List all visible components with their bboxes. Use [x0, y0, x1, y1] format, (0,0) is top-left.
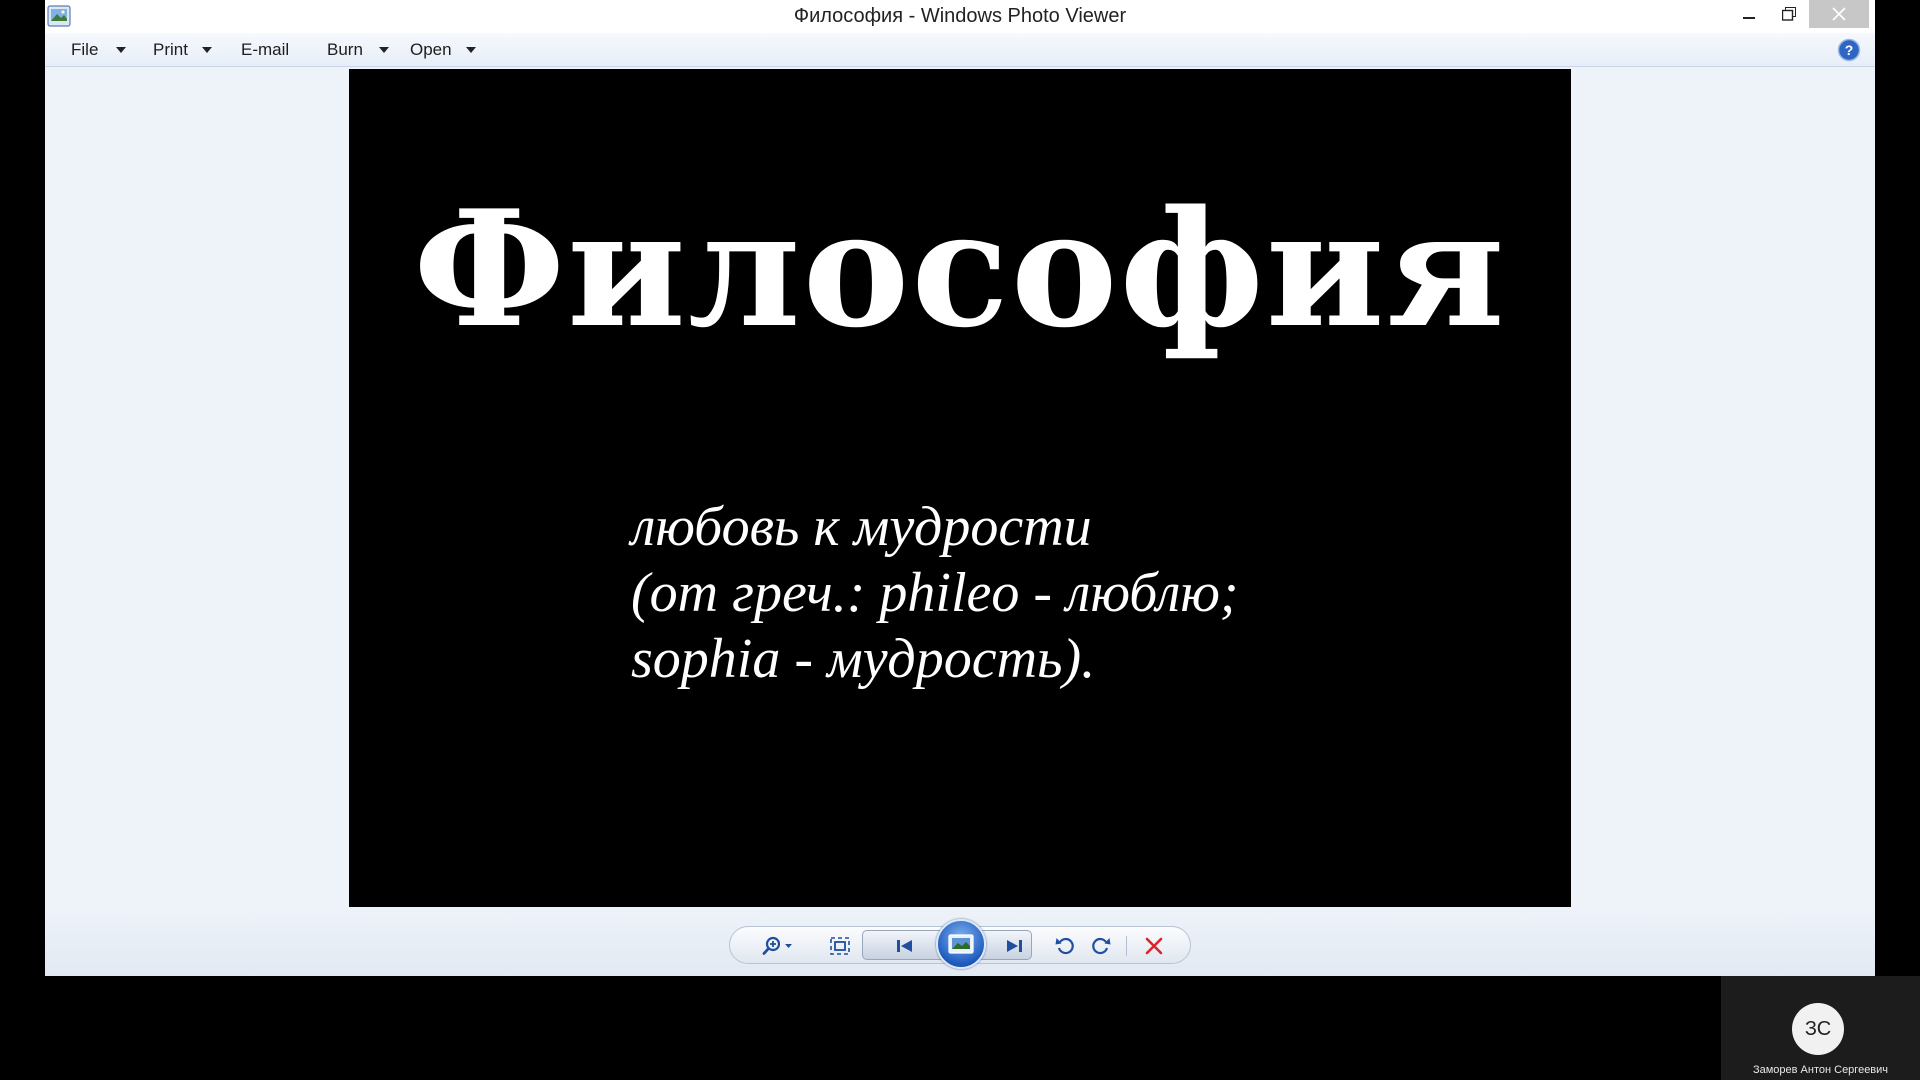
- menu-open-label: Open: [410, 39, 452, 59]
- menu-bar: File Print E-mail Burn Open ?: [45, 33, 1875, 67]
- actual-size-button[interactable]: [822, 927, 858, 965]
- menu-burn-label: Burn: [327, 39, 363, 59]
- rotate-clockwise-icon: [1092, 937, 1111, 955]
- chevron-down-icon: [116, 46, 127, 53]
- delete-icon: [1145, 937, 1163, 955]
- zoom-button[interactable]: [756, 927, 802, 965]
- toolbar-divider: [1126, 936, 1127, 956]
- displayed-photo: Философия любовь к мудрости (от греч.: p…: [349, 69, 1571, 907]
- menu-burn[interactable]: Burn: [327, 33, 389, 66]
- delete-button[interactable]: [1134, 927, 1174, 965]
- image-viewport[interactable]: Философия любовь к мудрости (от греч.: p…: [45, 67, 1875, 907]
- chevron-down-icon: [201, 46, 212, 53]
- restore-icon: [1782, 7, 1796, 21]
- next-button[interactable]: [992, 927, 1036, 965]
- previous-button[interactable]: [880, 927, 930, 965]
- restore-button[interactable]: [1769, 0, 1809, 28]
- toolbar-controls: [729, 919, 1191, 969]
- actual-size-icon: [830, 937, 850, 955]
- photo-caption-line: sophia - мудрость).: [631, 628, 1096, 690]
- minimize-icon: [1743, 17, 1755, 19]
- photo-title: Философия: [413, 175, 1507, 363]
- window-title: Философия - Windows Photo Viewer: [793, 5, 1127, 27]
- close-button[interactable]: [1809, 0, 1869, 28]
- previous-icon: [897, 940, 912, 952]
- menu-file[interactable]: File: [71, 33, 127, 66]
- chevron-down-icon: [465, 46, 476, 53]
- photo-caption-line: любовь к мудрости: [631, 496, 1092, 558]
- photo-viewer-window: Философия - Windows Photo Viewer File Pr…: [45, 0, 1875, 976]
- photo-caption-line: (от греч.: phileo - люблю;: [631, 562, 1239, 624]
- participant-tile[interactable]: ЗС Заморев Антон Сергеевич: [1721, 976, 1920, 1080]
- bottom-toolbar: [45, 907, 1875, 976]
- rotate-clockwise-button[interactable]: [1084, 927, 1118, 965]
- rotate-counterclockwise-icon: [1055, 937, 1074, 955]
- avatar: ЗС: [1792, 1003, 1844, 1055]
- svg-text:?: ?: [1845, 42, 1854, 58]
- close-icon: [1832, 7, 1846, 21]
- participant-name: Заморев Антон Сергеевич: [1752, 1064, 1889, 1076]
- menu-email-label: E-mail: [241, 39, 290, 59]
- menu-email[interactable]: E-mail: [241, 33, 289, 66]
- zoom-icon: [762, 936, 792, 955]
- help-icon[interactable]: ?: [1837, 38, 1861, 62]
- menu-file-label: File: [71, 39, 99, 59]
- slideshow-button[interactable]: [936, 919, 986, 969]
- menu-open[interactable]: Open: [410, 33, 476, 66]
- minimize-button[interactable]: [1729, 0, 1769, 28]
- photo-caption: любовь к мудрости (от греч.: phileo - лю…: [631, 494, 1239, 692]
- slideshow-icon: [948, 934, 974, 954]
- chevron-down-icon: [378, 46, 389, 53]
- next-icon: [1007, 940, 1022, 952]
- menu-print-label: Print: [153, 39, 188, 59]
- desktop-screen: Философия - Windows Photo Viewer File Pr…: [0, 0, 1920, 1080]
- rotate-counterclockwise-button[interactable]: [1048, 927, 1082, 965]
- menu-print[interactable]: Print: [153, 33, 212, 66]
- title-bar[interactable]: Философия - Windows Photo Viewer: [45, 0, 1875, 34]
